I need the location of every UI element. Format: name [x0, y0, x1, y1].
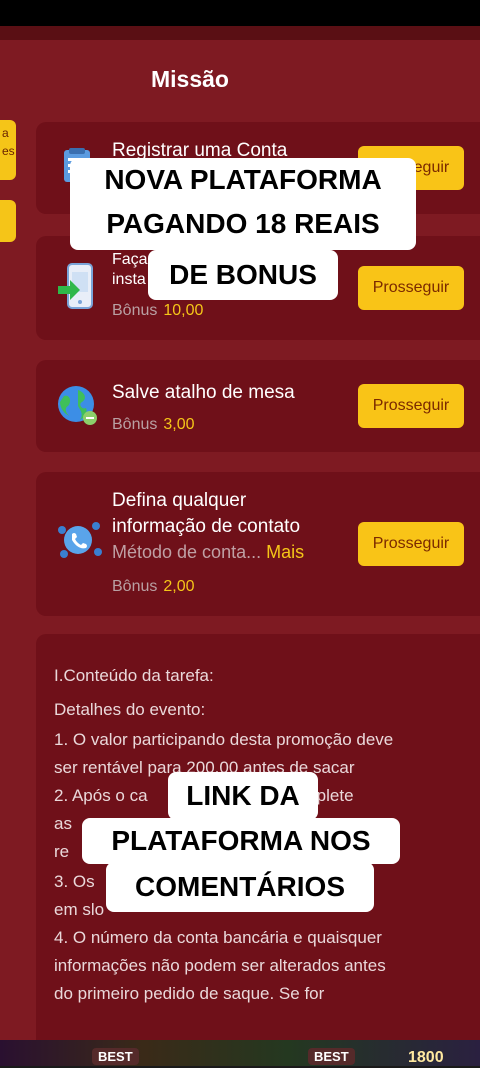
bonus-value: 3,00: [163, 416, 195, 433]
bonus-row: Bônus 10,00: [112, 302, 204, 319]
best-badge[interactable]: BEST: [92, 1048, 139, 1065]
caption-bottom-line2: PLATAFORMA NOS: [82, 818, 400, 864]
continue-button[interactable]: Prosseguir: [358, 384, 464, 428]
bonus-row: Bônus 2,00: [112, 578, 195, 595]
contact-network-icon: [56, 516, 102, 560]
task-title: Defina qualquer informação de contato: [112, 490, 301, 537]
task-title: Salve atalho de mesa: [112, 382, 295, 403]
detail-line: 4. O número da conta bancária e quaisque…: [54, 928, 382, 947]
side-tab-1[interactable]: a es: [0, 120, 16, 180]
details-heading: I.Conteúdo da tarefa:: [54, 666, 214, 685]
more-link[interactable]: Mais: [266, 542, 304, 562]
bonus-row: Bônus 3,00: [112, 416, 195, 433]
globe-icon: [56, 384, 100, 428]
best-badge[interactable]: BEST: [308, 1048, 355, 1065]
contact-method-row: Método de conta... Mais: [112, 542, 305, 562]
task-card-contact: Defina qualquer informação de contato Mé…: [36, 472, 480, 616]
detail-line: as: [54, 814, 72, 833]
caption-bottom-line1: LINK DA: [168, 772, 318, 820]
bonus-value: 2,00: [163, 578, 195, 595]
detail-line: em slo: [54, 900, 105, 919]
detail-line: do primeiro pedido de saque. Se for: [54, 984, 325, 1003]
bonus-value: 10,00: [163, 302, 204, 319]
page-title: Missão: [151, 66, 229, 92]
detail-line: informações não podem ser alterados ante…: [54, 956, 386, 975]
phone-download-icon: [56, 262, 100, 309]
side-tab-2[interactable]: [0, 200, 16, 242]
status-bar: [0, 0, 480, 26]
detail-line: re: [54, 842, 70, 861]
caption-bottom-line3: COMENTÁRIOS: [106, 862, 374, 912]
caption-top: NOVA PLATAFORMA PAGANDO 18 REAIS: [70, 158, 416, 250]
caption-top-line3: DE BONUS: [148, 250, 338, 300]
detail-line: Detalhes do evento:: [54, 700, 206, 719]
task-title: Faça insta: [112, 251, 148, 288]
continue-button[interactable]: Prosseguir: [358, 266, 464, 310]
continue-button[interactable]: Prosseguir: [358, 522, 464, 566]
task-card-shortcut: Salve atalho de mesa Bônus 3,00 Prossegui…: [36, 360, 480, 452]
detail-line: 1. O valor participando desta promoção d…: [54, 730, 394, 749]
header-strip: [0, 26, 480, 40]
jackpot-value: 1800: [408, 1049, 444, 1066]
